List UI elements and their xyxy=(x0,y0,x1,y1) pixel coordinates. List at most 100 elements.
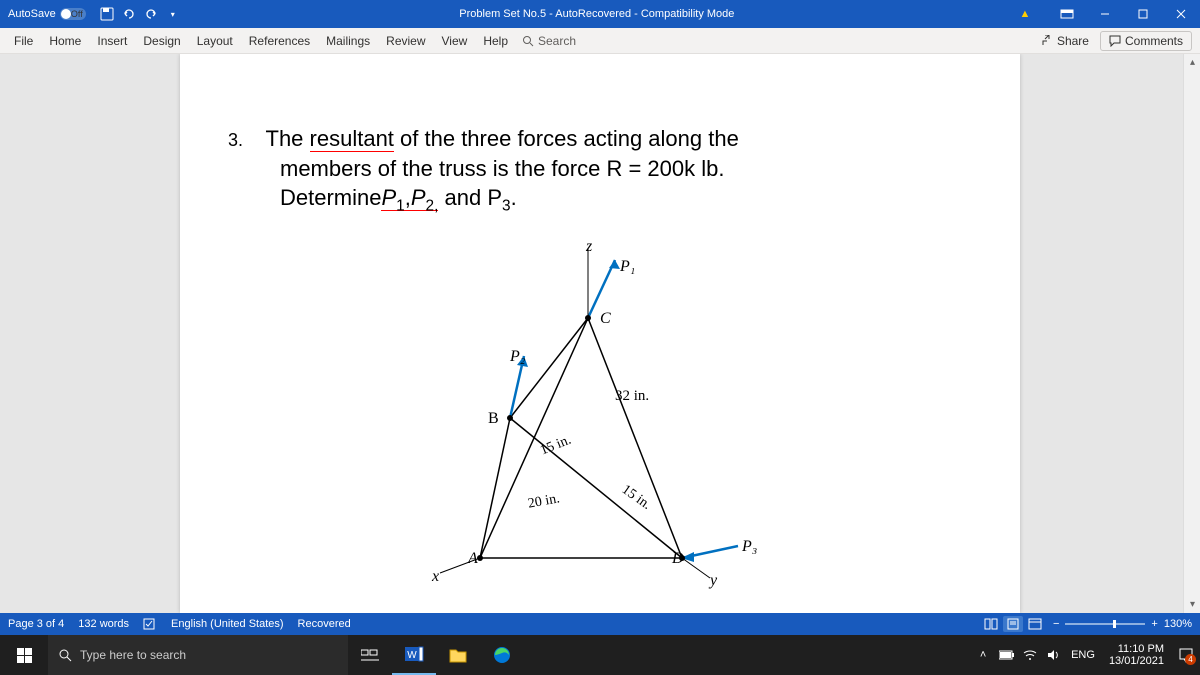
sound-icon[interactable] xyxy=(1047,649,1063,661)
status-page[interactable]: Page 3 of 4 xyxy=(8,618,64,630)
qat-dropdown-icon[interactable]: ▾ xyxy=(166,7,180,21)
warning-icon[interactable]: ▲ xyxy=(1006,8,1044,20)
close-button[interactable] xyxy=(1162,0,1200,28)
title-bar: AutoSave Off ▾ Problem Set No.5 - AutoRe… xyxy=(0,0,1200,28)
wifi-icon[interactable] xyxy=(1023,649,1039,661)
view-mode-icons xyxy=(981,616,1045,632)
status-saved[interactable]: Recovered xyxy=(298,618,351,630)
window-controls: ▲ xyxy=(1006,0,1200,28)
file-explorer-icon[interactable] xyxy=(436,635,480,675)
notification-badge: 4 xyxy=(1185,654,1196,665)
scroll-down-icon[interactable]: ▾ xyxy=(1184,596,1200,613)
status-bar: Page 3 of 4 132 words English (United St… xyxy=(0,613,1200,635)
taskbar-search[interactable]: Type here to search xyxy=(48,635,348,675)
search-box[interactable]: Search xyxy=(522,34,576,48)
clock-time: 11:10 PM xyxy=(1109,643,1164,655)
problem-text: 3. The resultant of the three forces act… xyxy=(240,124,960,218)
text-P3-sub: 3 xyxy=(502,198,511,215)
search-placeholder: Search xyxy=(538,34,576,48)
word-app-icon[interactable]: W xyxy=(392,635,436,675)
text-P2-sub: 2, xyxy=(426,198,439,215)
start-button[interactable] xyxy=(0,635,48,675)
text-P1: P xyxy=(381,185,396,210)
battery-icon[interactable] xyxy=(999,650,1015,660)
label-D: D xyxy=(672,550,684,568)
text-and-P: and P xyxy=(438,185,502,210)
zoom-control[interactable]: − + 130% xyxy=(1053,618,1192,630)
share-icon xyxy=(1041,35,1053,47)
read-mode-icon[interactable] xyxy=(981,616,1001,632)
svg-text:W: W xyxy=(407,650,417,661)
search-icon xyxy=(58,648,72,662)
scroll-track[interactable] xyxy=(1184,71,1200,596)
text-line2: members of the truss is the force R = 20… xyxy=(280,156,724,181)
autosave-toggle[interactable]: Off xyxy=(60,8,86,20)
label-A: A xyxy=(468,550,478,568)
ribbon-display-icon[interactable] xyxy=(1048,0,1086,28)
tab-insert[interactable]: Insert xyxy=(89,28,135,54)
windows-logo-icon xyxy=(17,648,32,663)
zoom-in-icon[interactable]: + xyxy=(1151,618,1157,630)
comments-button[interactable]: Comments xyxy=(1100,31,1192,51)
undo-icon[interactable] xyxy=(122,7,136,21)
zoom-out-icon[interactable]: − xyxy=(1053,618,1059,630)
zoom-slider[interactable] xyxy=(1065,623,1145,625)
tab-home[interactable]: Home xyxy=(41,28,89,54)
language-indicator[interactable]: ENG xyxy=(1071,649,1095,661)
autosave-toggle-group[interactable]: AutoSave Off xyxy=(0,8,92,20)
save-icon[interactable] xyxy=(100,7,114,21)
label-P3: P₃ xyxy=(742,538,757,556)
print-layout-icon[interactable] xyxy=(1003,616,1023,632)
comment-icon xyxy=(1109,35,1121,47)
status-words[interactable]: 132 words xyxy=(78,618,129,630)
clock[interactable]: 11:10 PM 13/01/2021 xyxy=(1103,643,1170,667)
search-icon xyxy=(522,35,534,47)
text-line1-resultant: resultant xyxy=(310,126,394,152)
tab-design[interactable]: Design xyxy=(135,28,188,54)
tab-references[interactable]: References xyxy=(241,28,318,54)
label-z: z xyxy=(586,238,592,256)
tab-mailings[interactable]: Mailings xyxy=(318,28,378,54)
taskbar-search-placeholder: Type here to search xyxy=(80,648,186,662)
document-area[interactable]: 3. The resultant of the three forces act… xyxy=(0,54,1200,613)
tab-help[interactable]: Help xyxy=(475,28,516,54)
text-line1-c: of the three forces acting along the xyxy=(394,126,739,151)
quick-access-toolbar: ▾ xyxy=(92,7,188,21)
scroll-up-icon[interactable]: ▴ xyxy=(1184,54,1200,71)
autosave-state: Off xyxy=(71,8,83,20)
tab-layout[interactable]: Layout xyxy=(189,28,241,54)
system-tray: ˄ ENG 11:10 PM 13/01/2021 4 xyxy=(975,643,1200,667)
truss-diagram: z P₁ C P₂ B 32 in. 15 in. 15 in. 20 in. … xyxy=(410,238,790,598)
notifications-icon[interactable]: 4 xyxy=(1178,647,1194,663)
task-view-icon[interactable] xyxy=(348,635,392,675)
label-32in: 32 in. xyxy=(615,388,649,405)
tab-view[interactable]: View xyxy=(434,28,476,54)
document-title: Problem Set No.5 - AutoRecovered - Compa… xyxy=(188,8,1006,20)
label-P1: P₁ xyxy=(620,258,635,276)
zoom-value[interactable]: 130% xyxy=(1164,618,1192,630)
edge-icon[interactable] xyxy=(480,635,524,675)
share-button[interactable]: Share xyxy=(1032,31,1098,51)
text-P2: P xyxy=(411,185,426,210)
status-language[interactable]: English (United States) xyxy=(171,618,284,630)
document-page: 3. The resultant of the three forces act… xyxy=(180,54,1020,613)
text-line3-a: Determine xyxy=(280,185,381,210)
text-period: . xyxy=(511,185,517,210)
share-label: Share xyxy=(1057,34,1089,48)
comments-label: Comments xyxy=(1125,34,1183,48)
label-x: x xyxy=(432,568,439,586)
tab-review[interactable]: Review xyxy=(378,28,433,54)
vertical-scrollbar[interactable]: ▴ ▾ xyxy=(1183,54,1200,613)
minimize-button[interactable] xyxy=(1086,0,1124,28)
tab-file[interactable]: File xyxy=(6,28,41,54)
text-line1-a: The xyxy=(266,126,310,151)
spell-check-icon[interactable] xyxy=(143,618,157,630)
autosave-label: AutoSave xyxy=(8,8,56,20)
maximize-button[interactable] xyxy=(1124,0,1162,28)
text-P1-sub: 1 xyxy=(396,198,405,215)
ribbon-tabs: File Home Insert Design Layout Reference… xyxy=(0,28,1200,54)
label-y: y xyxy=(710,572,717,590)
chevron-up-icon[interactable]: ˄ xyxy=(975,649,991,661)
web-layout-icon[interactable] xyxy=(1025,616,1045,632)
redo-icon[interactable] xyxy=(144,7,158,21)
